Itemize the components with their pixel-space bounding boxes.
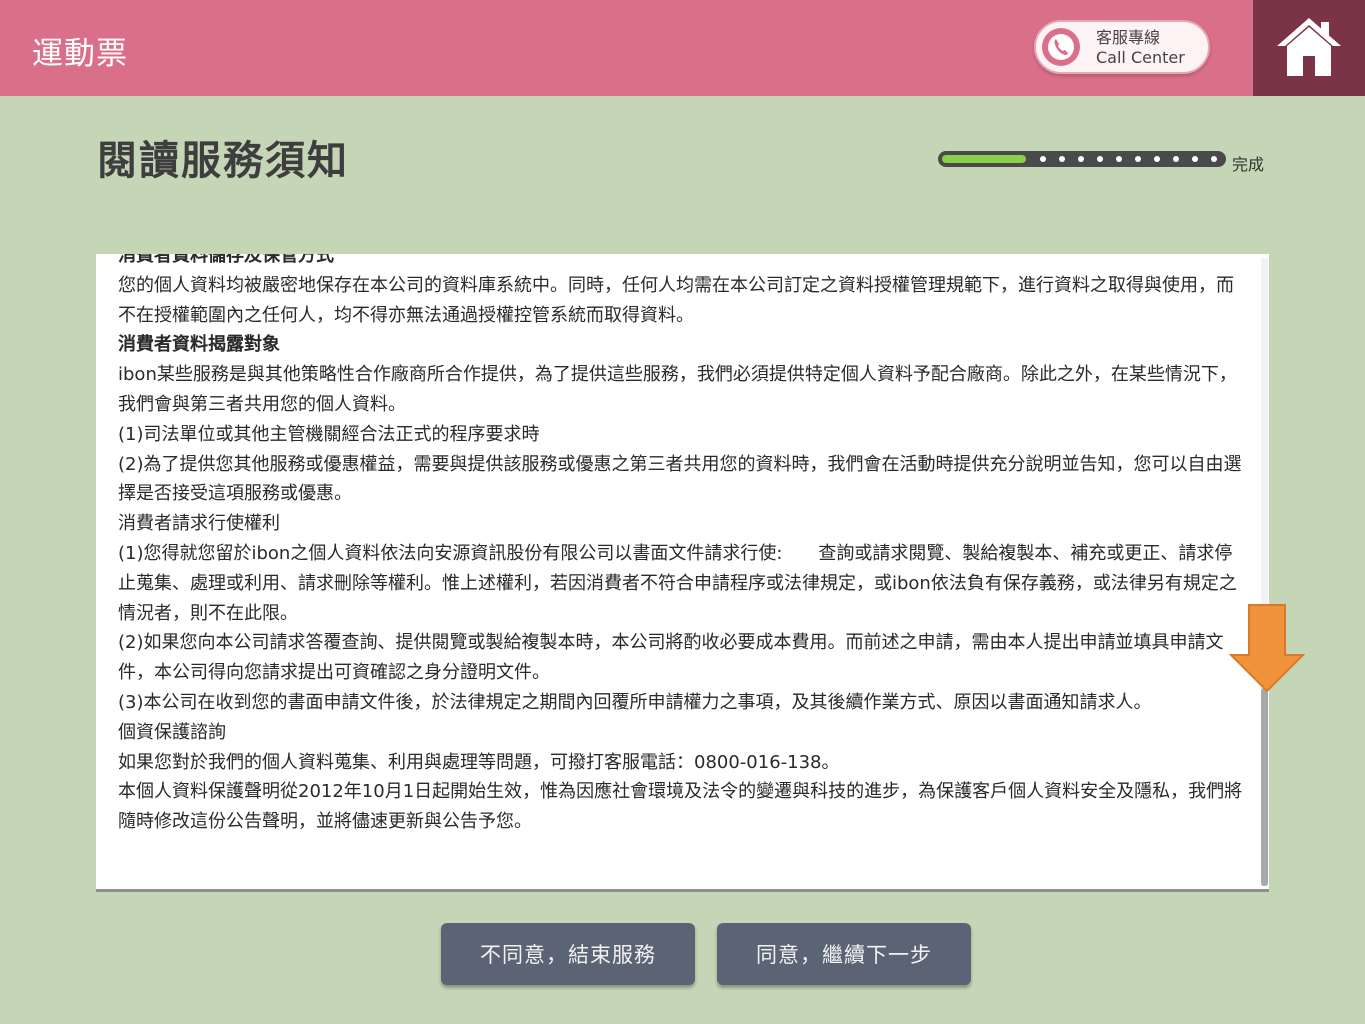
progress-step-dot — [1154, 156, 1160, 162]
phone-icon — [1042, 28, 1080, 66]
notice-paragraph: 本個人資料保護聲明從2012年10月1日起開始生效，惟為因應社會環境及法令的變遷… — [118, 781, 1243, 833]
scrollbar-thumb[interactable] — [1261, 688, 1268, 886]
progress-step-dot — [1116, 156, 1122, 162]
notice-paragraph: 消費者資料儲存及保管方式 — [118, 254, 334, 266]
progress-step-dot — [1211, 156, 1217, 162]
notice-paragraph: (2)為了提供您其他服務或優惠權益，需要與提供該服務或優惠之第三者共用您的資料時… — [118, 453, 1242, 505]
agree-next-step-button[interactable]: 同意，繼續下一步 — [717, 923, 971, 985]
progress-step-dot — [1040, 156, 1046, 162]
notice-paragraph: 消費者資料揭露對象 — [118, 334, 280, 356]
home-button[interactable] — [1253, 0, 1365, 96]
progress-step-dot — [1078, 156, 1084, 162]
scrollbar[interactable] — [1261, 258, 1268, 886]
progress-bar — [938, 151, 1228, 169]
progress-step-dot — [1173, 156, 1179, 162]
progress-step-dot — [1059, 156, 1065, 162]
call-center-label-en: Call Center — [1096, 48, 1185, 67]
disagree-end-service-button[interactable]: 不同意，結束服務 — [441, 923, 695, 985]
notice-paragraph: 消費者請求行使權利 — [118, 513, 280, 535]
progress-end-label: 完成 — [1232, 155, 1265, 174]
progress-step-dot — [1097, 156, 1103, 162]
page-title: 閱讀服務須知 — [97, 138, 349, 184]
service-notice-text: 消費者資料儲存及保管方式您的個人資料均被嚴密地保存在本公司的資料庫系統中。同時，… — [118, 254, 1248, 837]
progress-fill — [942, 155, 1026, 163]
app-title: 運動票 — [32, 36, 128, 72]
notice-paragraph: (1)司法單位或其他主管機關經合法正式的程序要求時 — [118, 423, 540, 445]
notice-paragraph: (1)您得就您留於ibon之個人資料依法向安源資訊股份有限公司以書面文件請求行使… — [118, 542, 1237, 624]
call-center-label-zh: 客服專線 — [1096, 28, 1161, 47]
home-icon — [1277, 18, 1341, 76]
notice-paragraph: 個資保護諮詢 — [118, 721, 226, 743]
header-bar: 運動票 客服專線 Call Center — [0, 0, 1365, 96]
notice-paragraph: ibon某些服務是與其他策略性合作廠商所合作提供，為了提供這些服務，我們必須提供… — [118, 364, 1237, 415]
call-center-button[interactable]: 客服專線 Call Center — [1034, 20, 1210, 74]
notice-paragraph: (3)本公司在收到您的書面申請文件後，於法律規定之期間內回覆所申請權力之事項，及… — [118, 691, 1152, 713]
progress-step-dot — [1135, 156, 1141, 162]
notice-paragraph: 您的個人資料均被嚴密地保存在本公司的資料庫系統中。同時，任何人均需在本公司訂定之… — [118, 274, 1234, 326]
service-notice-panel[interactable]: 消費者資料儲存及保管方式您的個人資料均被嚴密地保存在本公司的資料庫系統中。同時，… — [96, 254, 1269, 892]
notice-paragraph: 如果您對於我們的個人資料蒐集、利用與處理等問題，可撥打客服電話：0800-016… — [118, 751, 840, 773]
down-arrow-icon — [1227, 603, 1307, 699]
notice-paragraph: (2)如果您向本公司請求答覆查詢、提供閱覽或製給複製本時，本公司將酌收必要成本費… — [118, 632, 1224, 684]
progress-step-dot — [1192, 156, 1198, 162]
